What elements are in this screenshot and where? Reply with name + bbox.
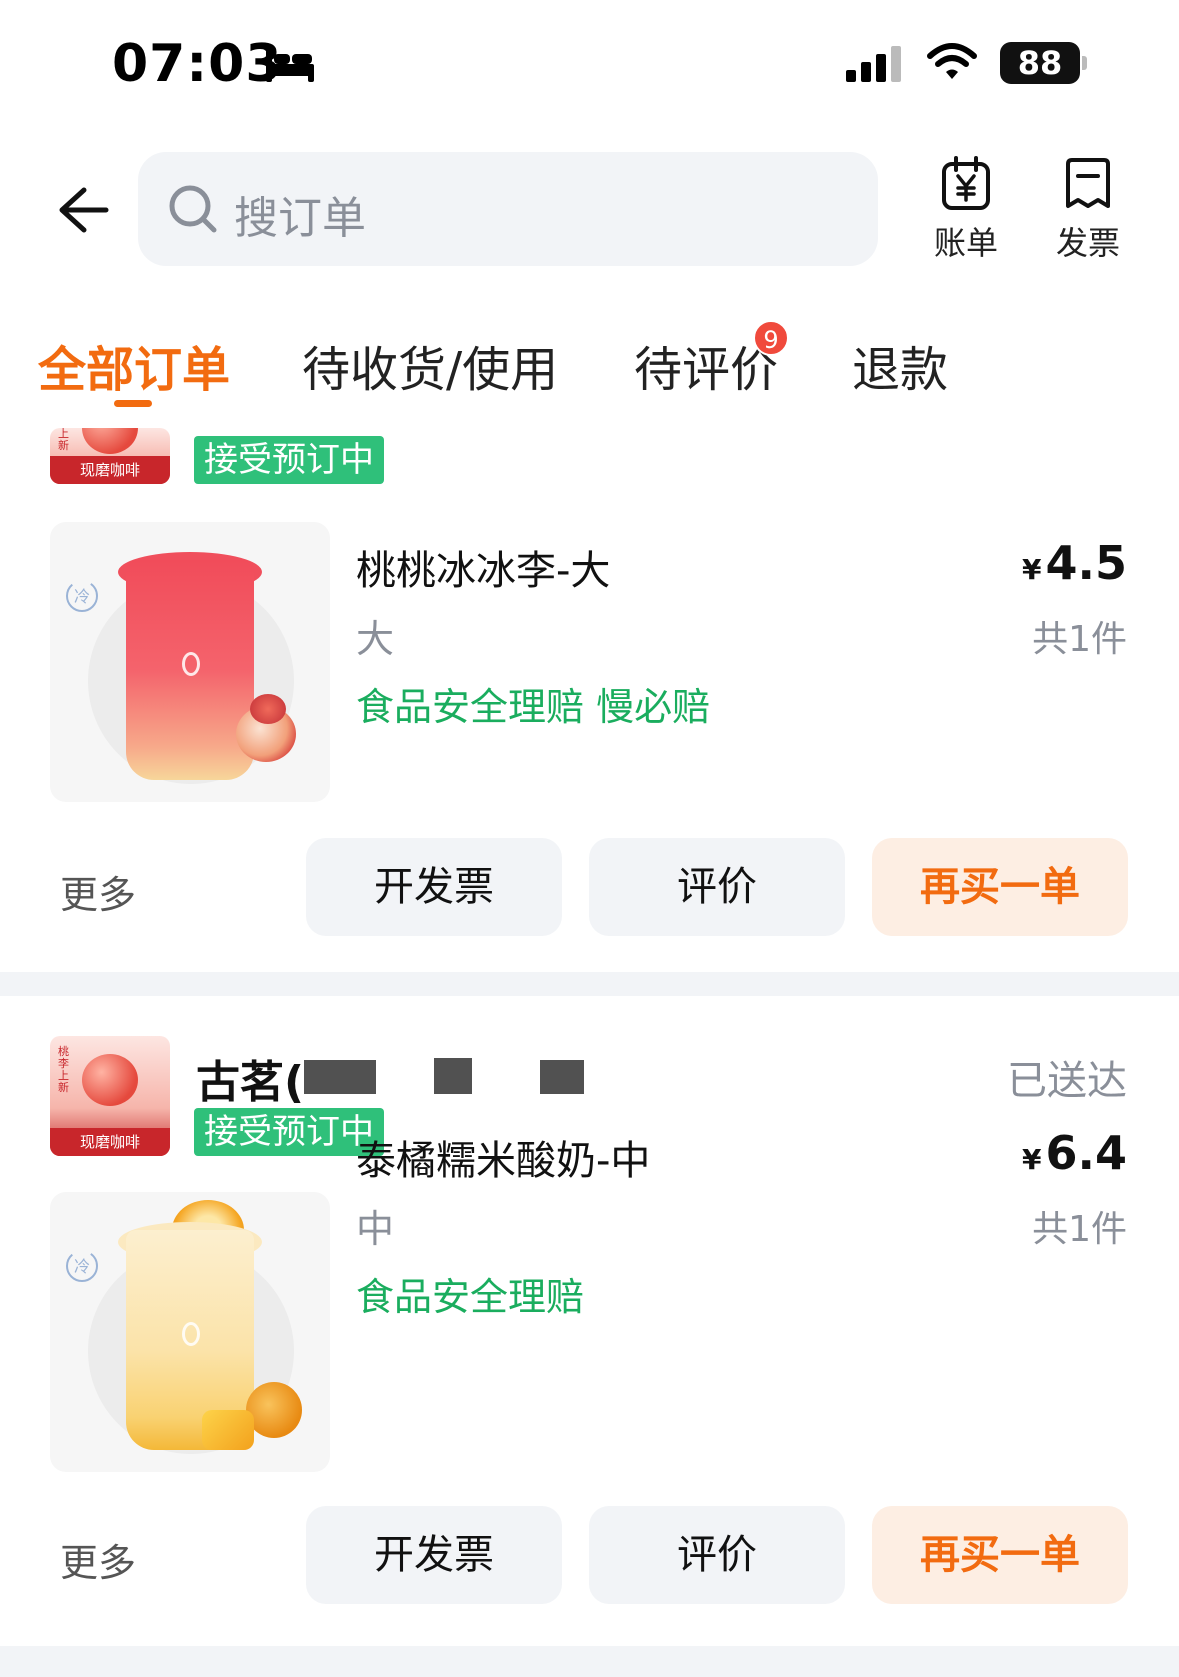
review-button[interactable]: 评价 [589, 838, 845, 936]
store-thumbnail: 桃李上新 现磨咖啡 [50, 1036, 170, 1156]
order-status: 已送达 [1007, 1058, 1127, 1104]
order-card[interactable]: 桃李上新 现磨咖啡 古茗( 已送达 接受预订中 冷 泰橘糯米酸奶-中 中 食品安… [0, 996, 1179, 1656]
redacted-text [434, 1058, 472, 1094]
product-price: ¥6.4 [1022, 1126, 1127, 1180]
bill-label: 账单 [933, 224, 998, 262]
product-guarantee-tags: 食品安全理赔 慢必赔 [356, 685, 711, 729]
currency-symbol: ¥ [1022, 553, 1042, 586]
search-placeholder: 搜订单 [234, 193, 366, 244]
more-button[interactable]: 更多 [60, 1532, 136, 1587]
order-tabs: 全部订单 待收货/使用 待评价 退款 [0, 330, 1179, 410]
product-count: 共1件 [1032, 619, 1127, 660]
invoice-icon [1066, 158, 1110, 208]
price-value: 6.4 [1045, 1126, 1128, 1180]
arrow-left-icon[interactable] [52, 180, 112, 240]
peach-image [82, 428, 138, 454]
signal-icon [846, 46, 901, 82]
store-status-tag: 接受预订中 [194, 436, 384, 484]
product-spec: 大 [356, 617, 395, 661]
bill-button[interactable]: 账单 [918, 156, 1014, 266]
section-divider [0, 972, 1179, 996]
status-time: 07:03 [112, 34, 283, 94]
product-guarantee-tags: 食品安全理赔 [356, 1275, 585, 1319]
store-thumbnail: 上新 现磨咖啡 [50, 428, 170, 484]
store-name[interactable]: 古茗( [196, 1046, 304, 1110]
search-icon [169, 185, 217, 233]
battery-icon: 88 [1000, 42, 1080, 84]
invoice-label: 发票 [1055, 224, 1120, 262]
product-image: 冷 [50, 522, 330, 802]
product-name[interactable]: 泰橘糯米酸奶-中 [356, 1128, 650, 1186]
search-input[interactable]: 搜订单 [138, 152, 878, 266]
store-thumb-side-label: 桃李上新 [58, 1045, 69, 1094]
status-bar: 07:03 88 [0, 0, 1179, 120]
wifi-icon [927, 43, 977, 79]
peach-image [82, 1054, 138, 1106]
svg-text:冷: 冷 [74, 1257, 90, 1276]
price-value: 4.5 [1045, 536, 1128, 590]
product-image: 冷 [50, 1192, 330, 1472]
tab-pending-receipt[interactable]: 待收货/使用 [302, 330, 558, 400]
bill-icon [942, 156, 990, 210]
review-count-badge: 9 [753, 320, 789, 356]
currency-symbol: ¥ [1022, 1143, 1042, 1176]
issue-invoice-button[interactable]: 开发票 [306, 838, 562, 936]
battery-tip [1082, 56, 1087, 70]
active-tab-indicator [114, 400, 152, 407]
tab-refund[interactable]: 退款 [852, 330, 948, 400]
store-thumb-side-label: 上新 [58, 428, 69, 452]
bed-icon [266, 50, 314, 82]
order-card[interactable]: 上新 现磨咖啡 接受预订中 冷 桃桃冰冰李-大 大 食品安全理赔 慢必赔 ¥4.… [0, 428, 1179, 968]
reorder-button[interactable]: 再买一单 [872, 1506, 1128, 1604]
product-price: ¥4.5 [1022, 536, 1127, 590]
svg-text:冷: 冷 [74, 587, 90, 606]
invoice-button[interactable]: 发票 [1040, 156, 1136, 266]
review-button[interactable]: 评价 [589, 1506, 845, 1604]
more-button[interactable]: 更多 [60, 864, 136, 919]
store-thumb-label: 现磨咖啡 [50, 1128, 170, 1156]
store-thumb-label: 现磨咖啡 [50, 456, 170, 484]
product-count: 共1件 [1032, 1209, 1127, 1250]
product-spec: 中 [356, 1207, 395, 1251]
tab-all-orders[interactable]: 全部订单 [38, 330, 230, 400]
redacted-text [304, 1060, 376, 1094]
issue-invoice-button[interactable]: 开发票 [306, 1506, 562, 1604]
product-name[interactable]: 桃桃冰冰李-大 [356, 538, 610, 596]
redacted-text [540, 1060, 584, 1094]
section-divider [0, 1646, 1179, 1677]
reorder-button[interactable]: 再买一单 [872, 838, 1128, 936]
cold-icon: 冷 [66, 580, 98, 612]
cold-icon: 冷 [66, 1250, 98, 1282]
